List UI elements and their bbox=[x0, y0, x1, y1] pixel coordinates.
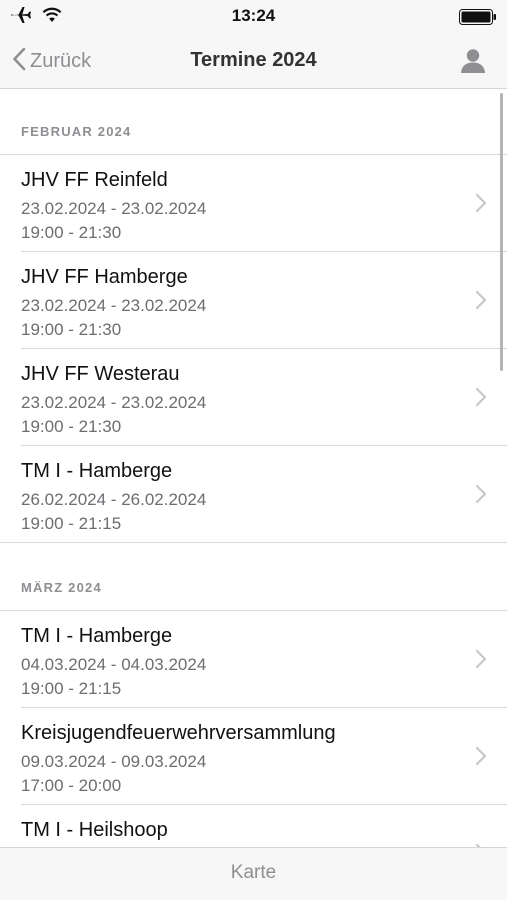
event-title: JHV FF Reinfeld bbox=[21, 169, 168, 191]
event-date: 09.03.2024 - 09.03.2024 bbox=[21, 752, 207, 771]
event-time: 19:00 - 21:30 bbox=[21, 223, 122, 242]
event-time: 17:00 - 20:00 bbox=[21, 776, 122, 795]
event-date: 23.02.2024 - 23.02.2024 bbox=[21, 393, 207, 412]
navigation-bar: Zurück Termine 2024 bbox=[0, 34, 507, 89]
event-title: Kreisjugendfeuerwehrversammlung bbox=[21, 722, 336, 744]
event-time: 19:00 - 21:15 bbox=[21, 679, 122, 698]
event-row[interactable]: JHV FF Westerau 23.02.2024 - 23.02.2024 … bbox=[21, 349, 507, 446]
event-date: 23.02.2024 - 23.02.2024 bbox=[21, 296, 207, 315]
chevron-right-icon bbox=[475, 387, 487, 407]
event-time: 19:00 - 21:15 bbox=[21, 514, 122, 533]
chevron-right-icon bbox=[475, 484, 487, 504]
chevron-right-icon bbox=[475, 649, 487, 669]
event-row[interactable]: TM I - Heilshoop bbox=[21, 805, 507, 847]
event-row[interactable]: TM I - Hamberge 26.02.2024 - 26.02.2024 … bbox=[0, 446, 507, 543]
chevron-right-icon bbox=[475, 290, 487, 310]
chevron-right-icon bbox=[475, 746, 487, 766]
event-time: 19:00 - 21:30 bbox=[21, 320, 122, 339]
event-title: JHV FF Westerau bbox=[21, 363, 180, 385]
event-title: TM I - Hamberge bbox=[21, 460, 173, 482]
bottom-toolbar: Karte bbox=[0, 847, 507, 900]
status-time: 13:24 bbox=[231, 6, 276, 25]
event-row[interactable]: Kreisjugendfeuerwehrversammlung 09.03.20… bbox=[21, 708, 507, 805]
person-icon[interactable] bbox=[459, 47, 487, 75]
event-date: 04.03.2024 - 04.03.2024 bbox=[21, 655, 207, 674]
event-row[interactable]: JHV FF Reinfeld 23.02.2024 - 23.02.2024 … bbox=[21, 155, 507, 252]
event-title: TM I - Heilshoop bbox=[21, 819, 168, 841]
chevron-right-icon bbox=[475, 193, 487, 213]
event-time: 19:00 - 21:30 bbox=[21, 417, 122, 436]
event-row[interactable]: TM I - Hamberge 04.03.2024 - 04.03.2024 … bbox=[21, 611, 507, 708]
scroll-indicator[interactable] bbox=[500, 93, 503, 371]
status-bar: 13:24 bbox=[0, 0, 507, 34]
event-row[interactable]: JHV FF Hamberge 23.02.2024 - 23.02.2024 … bbox=[21, 252, 507, 349]
event-date: 23.02.2024 - 23.02.2024 bbox=[21, 199, 207, 218]
event-list[interactable]: FEBRUAR 2024 JHV FF Reinfeld 23.02.2024 … bbox=[0, 89, 507, 847]
section-header: FEBRUAR 2024 bbox=[0, 89, 507, 155]
section-header: MÄRZ 2024 bbox=[0, 543, 507, 611]
section-header-label: MÄRZ 2024 bbox=[21, 580, 102, 595]
map-button[interactable]: Karte bbox=[0, 862, 507, 884]
event-title: JHV FF Hamberge bbox=[21, 266, 188, 288]
event-title: TM I - Hamberge bbox=[21, 625, 173, 647]
event-date: 26.02.2024 - 26.02.2024 bbox=[21, 490, 207, 509]
page-title: Termine 2024 bbox=[190, 49, 317, 71]
section-header-label: FEBRUAR 2024 bbox=[21, 124, 132, 139]
battery-icon bbox=[459, 9, 497, 30]
app-screen: 13:24 Zurück Termine 2024 FEBRUAR 2024 J… bbox=[0, 0, 507, 900]
